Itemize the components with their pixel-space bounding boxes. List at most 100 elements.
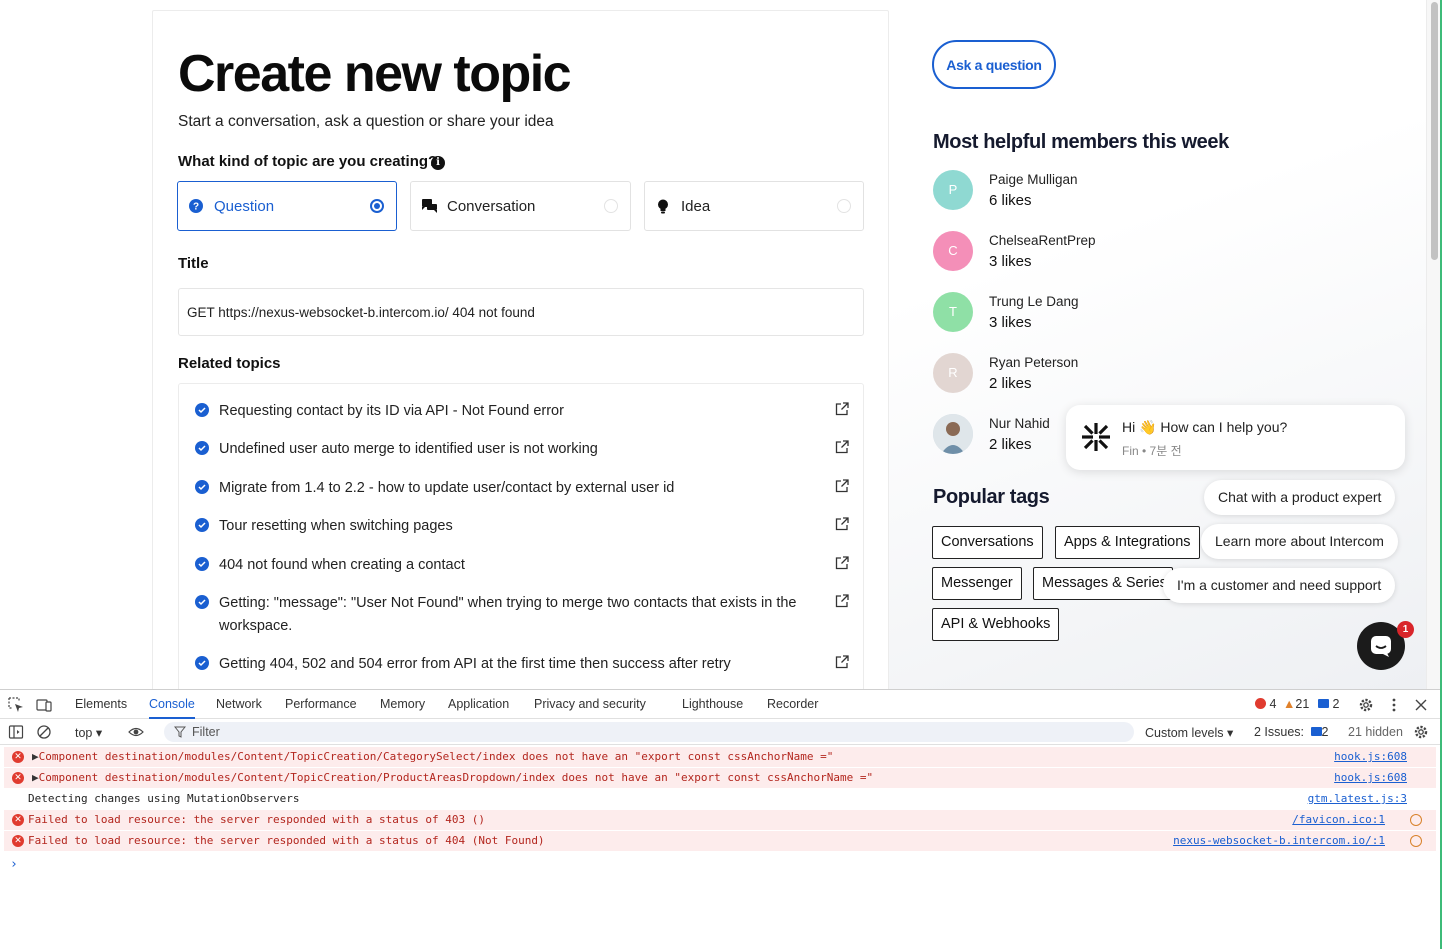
tab-application[interactable]: Application — [448, 690, 509, 719]
tab-privacy-security[interactable]: Privacy and security — [534, 690, 646, 719]
console-error-row[interactable]: ✕ Failed to load resource: the server re… — [4, 810, 1436, 830]
tag-messages-series[interactable]: Messages & Series — [1033, 567, 1173, 600]
related-topic-title[interactable]: Getting: "message": "User Not Found" whe… — [219, 592, 825, 637]
external-link-icon[interactable] — [835, 655, 849, 669]
external-link-icon[interactable] — [835, 479, 849, 493]
avatar[interactable]: R — [933, 353, 973, 393]
title-input[interactable] — [178, 288, 864, 336]
log-source-link[interactable]: nexus-websocket-b.intercom.io/:1 — [1173, 831, 1385, 851]
avatar[interactable]: T — [933, 292, 973, 332]
external-link-icon[interactable] — [835, 594, 849, 608]
console-error-row[interactable]: ✕ ▶Component destination/modules/Content… — [4, 747, 1436, 767]
log-message: Component destination/modules/Content/To… — [38, 750, 834, 763]
tag-api-webhooks[interactable]: API & Webhooks — [932, 608, 1060, 641]
console-error-row[interactable]: ✕ ▶Component destination/modules/Content… — [4, 768, 1436, 788]
messenger-meta: Fin • 7분 전 — [1122, 444, 1182, 458]
member-name[interactable]: Ryan Peterson — [989, 355, 1078, 370]
devtools-panel: Elements Console Network Performance Mem… — [0, 689, 1440, 949]
external-link-icon[interactable] — [835, 440, 849, 454]
info-icon[interactable]: i — [431, 156, 445, 170]
related-topic-title[interactable]: Getting 404, 502 and 504 error from API … — [219, 653, 825, 676]
messenger-greeting-bubble[interactable]: Hi 👋 How can I help you? Fin • 7분 전 — [1066, 405, 1405, 470]
tag-apps-integrations[interactable]: Apps & Integrations — [1055, 526, 1200, 559]
log-levels-dropdown[interactable]: Custom levels ▾ — [1145, 725, 1233, 740]
tag-conversations[interactable]: Conversations — [932, 526, 1043, 559]
avatar[interactable]: P — [933, 170, 973, 210]
topic-type-question[interactable]: ? Question — [177, 181, 397, 231]
related-topic-item[interactable]: Requesting contact by its ID via API - N… — [195, 400, 855, 423]
network-globe-icon[interactable] — [1410, 835, 1422, 847]
warning-counter[interactable]: ▲21 — [1283, 697, 1309, 711]
settings-gear-icon[interactable] — [1358, 697, 1374, 713]
quick-reply-product-expert[interactable]: Chat with a product expert — [1204, 480, 1396, 515]
clear-console-icon[interactable] — [36, 724, 52, 740]
related-topic-item[interactable]: Tour resetting when switching pages — [195, 515, 855, 538]
tab-performance[interactable]: Performance — [285, 690, 357, 719]
log-source-link[interactable]: gtm.latest.js:3 — [1308, 789, 1407, 809]
member-name[interactable]: Trung Le Dang — [989, 294, 1079, 309]
avatar[interactable]: C — [933, 231, 973, 271]
related-topic-item[interactable]: Undefined user auto merge to identified … — [195, 438, 855, 461]
tag-messenger[interactable]: Messenger — [932, 567, 1022, 600]
avatar-photo[interactable] — [933, 414, 973, 454]
topic-type-conversation[interactable]: Conversation — [410, 181, 631, 231]
radio-selected[interactable] — [370, 199, 384, 213]
sidebar-toggle-icon[interactable] — [8, 724, 24, 740]
related-topic-item[interactable]: Getting 404, 502 and 504 error from API … — [195, 653, 855, 676]
related-topic-item[interactable]: 404 not found when creating a contact — [195, 554, 855, 577]
tab-elements[interactable]: Elements — [75, 690, 127, 719]
member-name[interactable]: ChelseaRentPrep — [989, 233, 1096, 248]
topic-type-label: Idea — [681, 197, 711, 215]
log-message-wrap: ▶Component destination/modules/Content/T… — [32, 747, 833, 767]
quick-reply-learn-more[interactable]: Learn more about Intercom — [1201, 524, 1398, 559]
device-toolbar-icon[interactable] — [36, 697, 52, 713]
console-prompt[interactable]: › — [10, 857, 18, 872]
tab-memory[interactable]: Memory — [380, 690, 425, 719]
external-link-icon[interactable] — [835, 517, 849, 531]
log-source-link[interactable]: /favicon.ico:1 — [1292, 810, 1385, 830]
member-name[interactable]: Paige Mulligan — [989, 172, 1078, 187]
check-circle-icon — [195, 595, 209, 609]
inspect-element-icon[interactable] — [8, 697, 24, 713]
expand-triangle-icon[interactable]: ▶ — [32, 750, 39, 763]
filter-placeholder: Filter — [192, 725, 220, 739]
related-topic-title[interactable]: 404 not found when creating a contact — [219, 554, 825, 577]
issues-counter[interactable]: 2 Issues: 2 — [1254, 725, 1328, 739]
close-icon[interactable] — [1413, 697, 1429, 713]
console-filter-input[interactable]: Filter — [164, 722, 1134, 742]
topic-type-idea[interactable]: Idea — [644, 181, 864, 231]
info-counter[interactable]: 2 — [1318, 697, 1339, 711]
scrollbar-thumb[interactable] — [1431, 2, 1438, 260]
tab-lighthouse[interactable]: Lighthouse — [682, 690, 743, 719]
context-selector[interactable]: top ▾ — [75, 725, 102, 740]
related-topic-title[interactable]: Requesting contact by its ID via API - N… — [219, 400, 825, 423]
quick-reply-customer-support[interactable]: I'm a customer and need support — [1163, 568, 1396, 603]
tab-recorder[interactable]: Recorder — [767, 690, 818, 719]
console-error-row[interactable]: ✕ Failed to load resource: the server re… — [4, 831, 1436, 851]
member-likes: 3 likes — [989, 253, 1032, 270]
error-counter[interactable]: 4 — [1255, 697, 1276, 711]
radio-unselected[interactable] — [837, 199, 851, 213]
external-link-icon[interactable] — [835, 556, 849, 570]
more-options-icon[interactable] — [1386, 697, 1402, 713]
related-topic-title[interactable]: Undefined user auto merge to identified … — [219, 438, 825, 461]
log-source-link[interactable]: hook.js:608 — [1334, 747, 1407, 767]
member-name[interactable]: Nur Nahid — [989, 416, 1050, 431]
page-scrollbar[interactable] — [1426, 0, 1440, 689]
related-topic-item[interactable]: Migrate from 1.4 to 2.2 - how to update … — [195, 477, 855, 500]
console-info-row[interactable]: Detecting changes using MutationObserver… — [4, 789, 1436, 809]
related-topic-item[interactable]: Getting: "message": "User Not Found" whe… — [195, 592, 855, 637]
external-link-icon[interactable] — [835, 402, 849, 416]
ask-question-button[interactable]: Ask a question — [932, 40, 1056, 89]
log-message: Failed to load resource: the server resp… — [28, 813, 485, 826]
expand-triangle-icon[interactable]: ▶ — [32, 771, 39, 784]
radio-unselected[interactable] — [604, 199, 618, 213]
related-topic-title[interactable]: Tour resetting when switching pages — [219, 515, 825, 538]
tab-console[interactable]: Console — [149, 690, 195, 719]
live-expression-eye-icon[interactable] — [128, 724, 144, 740]
log-source-link[interactable]: hook.js:608 — [1334, 768, 1407, 788]
tab-network[interactable]: Network — [216, 690, 262, 719]
network-globe-icon[interactable] — [1410, 814, 1422, 826]
console-settings-gear-icon[interactable] — [1413, 724, 1429, 740]
related-topic-title[interactable]: Migrate from 1.4 to 2.2 - how to update … — [219, 477, 825, 500]
